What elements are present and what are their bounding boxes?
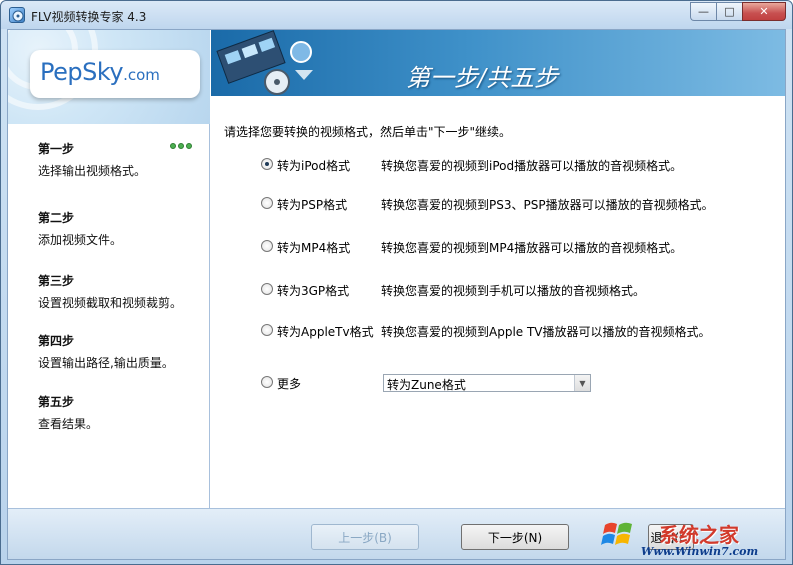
step-desc: 选择输出视频格式。 bbox=[38, 164, 147, 178]
option-mp4[interactable]: 转为MP4格式 转换您喜爱的视频到MP4播放器可以播放的音视频格式。 bbox=[261, 238, 781, 256]
prev-step-button[interactable]: 上一步(B) bbox=[311, 524, 419, 550]
step-title: 第二步 bbox=[38, 211, 75, 225]
radio-psp[interactable] bbox=[261, 197, 273, 209]
option-label[interactable]: 更多 bbox=[277, 375, 301, 392]
option-description: 转换您喜爱的视频到Apple TV播放器可以播放的音视频格式。 bbox=[381, 325, 711, 339]
maximize-button[interactable]: □ bbox=[716, 2, 742, 21]
logo-main-text: PepSky bbox=[40, 58, 124, 86]
app-icon[interactable] bbox=[9, 7, 25, 23]
window-title: FLV视频转换专家 4.3 bbox=[31, 10, 147, 24]
client-area: PepSky .com 第一步 选择输出视频格式。 第二步 添加视频文件。 第三… bbox=[7, 29, 786, 560]
option-more[interactable]: 更多 转为Zune格式 ▼ bbox=[261, 374, 781, 392]
next-step-button[interactable]: 下一步(N) bbox=[461, 524, 569, 550]
option-description: 转换您喜爱的视频到MP4播放器可以播放的音视频格式。 bbox=[381, 241, 683, 255]
option-label[interactable]: 转为PSP格式 bbox=[277, 196, 347, 213]
wizard-footer: 上一步(B) 下一步(N) 退出(E) 系统之家 Www.Winwin7.com bbox=[8, 508, 785, 559]
step-title: 第四步 bbox=[38, 334, 75, 348]
minimize-button[interactable]: — bbox=[690, 2, 716, 21]
radio-ipod[interactable] bbox=[261, 158, 273, 170]
app-window: FLV视频转换专家 4.3 — □ ✕ PepSky .com 第一步 选择输出… bbox=[0, 0, 793, 565]
step-item-4: 第四步 设置输出路径,输出质量。 bbox=[38, 332, 198, 371]
radio-more[interactable] bbox=[261, 376, 273, 388]
option-ipod[interactable]: 转为iPod格式 转换您喜爱的视频到iPod播放器可以播放的音视频格式。 bbox=[261, 156, 781, 174]
windows-logo-icon bbox=[601, 522, 632, 545]
option-label[interactable]: 转为AppleTv格式 bbox=[277, 323, 374, 340]
film-reel-icon bbox=[216, 30, 313, 95]
step-title: 第三步 bbox=[38, 274, 75, 288]
format-selection-panel: 请选择您要转换的视频格式，然后单击"下一步"继续。 转为iPod格式 转换您喜爱… bbox=[211, 96, 785, 508]
watermark-title: 系统之家 bbox=[659, 523, 739, 547]
watermark-url: Www.Winwin7.com bbox=[641, 545, 759, 558]
step-item-5: 第五步 查看结果。 bbox=[38, 393, 198, 432]
option-label[interactable]: 转为3GP格式 bbox=[277, 282, 349, 299]
option-label[interactable]: 转为iPod格式 bbox=[277, 157, 350, 174]
close-button[interactable]: ✕ bbox=[742, 2, 786, 21]
option-description: 转换您喜爱的视频到手机可以播放的音视频格式。 bbox=[381, 284, 646, 298]
window-controls: — □ ✕ bbox=[690, 2, 786, 22]
step-sidebar: PepSky .com 第一步 选择输出视频格式。 第二步 添加视频文件。 第三… bbox=[8, 30, 210, 508]
step-progress-title: 第一步/共五步 bbox=[406, 64, 559, 92]
logo-area: PepSky .com bbox=[8, 30, 210, 124]
option-description: 转换您喜爱的视频到iPod播放器可以播放的音视频格式。 bbox=[381, 159, 683, 173]
instruction-text: 请选择您要转换的视频格式，然后单击"下一步"继续。 bbox=[224, 125, 512, 139]
option-appletv[interactable]: 转为AppleTv格式 转换您喜爱的视频到Apple TV播放器可以播放的音视频… bbox=[261, 322, 781, 340]
more-format-select[interactable]: 转为Zune格式 ▼ bbox=[383, 374, 591, 392]
step-desc: 设置输出路径,输出质量。 bbox=[38, 356, 174, 370]
option-3gp[interactable]: 转为3GP格式 转换您喜爱的视频到手机可以播放的音视频格式。 bbox=[261, 281, 781, 299]
wizard-header: 第一步/共五步 bbox=[211, 30, 785, 96]
step-title: 第五步 bbox=[38, 395, 75, 409]
chevron-down-icon[interactable]: ▼ bbox=[574, 375, 590, 391]
select-value: 转为Zune格式 bbox=[387, 378, 466, 392]
step-desc: 添加视频文件。 bbox=[38, 233, 123, 247]
option-psp[interactable]: 转为PSP格式 转换您喜爱的视频到PS3、PSP播放器可以播放的音视频格式。 bbox=[261, 195, 781, 213]
title-bar[interactable]: FLV视频转换专家 4.3 — □ ✕ bbox=[1, 1, 792, 29]
pepsky-logo: PepSky .com bbox=[30, 50, 200, 98]
step-item-3: 第三步 设置视频截取和视频裁剪。 bbox=[38, 272, 198, 311]
logo-domain-text: .com bbox=[123, 66, 160, 84]
radio-appletv[interactable] bbox=[261, 324, 273, 336]
watermark: 系统之家 Www.Winwin7.com bbox=[601, 515, 784, 559]
step-item-1: 第一步 选择输出视频格式。 bbox=[38, 140, 198, 179]
step-desc: 查看结果。 bbox=[38, 417, 99, 431]
radio-3gp[interactable] bbox=[261, 283, 273, 295]
option-label[interactable]: 转为MP4格式 bbox=[277, 239, 350, 256]
step-item-2: 第二步 添加视频文件。 bbox=[38, 209, 198, 248]
option-description: 转换您喜爱的视频到PS3、PSP播放器可以播放的音视频格式。 bbox=[381, 198, 714, 212]
radio-mp4[interactable] bbox=[261, 240, 273, 252]
active-step-indicator-icon bbox=[170, 143, 192, 149]
step-desc: 设置视频截取和视频裁剪。 bbox=[38, 296, 183, 310]
